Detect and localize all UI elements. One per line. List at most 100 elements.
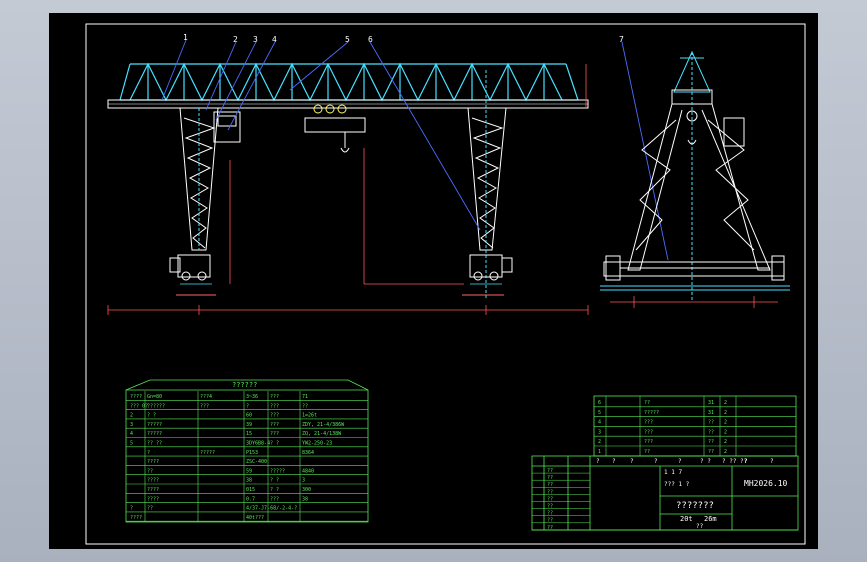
param-cell: 39 (246, 422, 252, 428)
parts-cell: ?? (708, 429, 714, 435)
parameter-table-title: ?????? (232, 381, 257, 389)
title-header-cell: ? (596, 458, 600, 465)
parts-cell: ??? (644, 429, 653, 435)
spec-span: 26m (704, 515, 717, 523)
param-cell: 15 (246, 431, 252, 437)
drawing-name-placeholder: ??????? (676, 501, 714, 511)
param-cell: ZDY, 21-4/386W (302, 422, 345, 428)
title-left-cell: ?? (547, 511, 553, 517)
title-left-cell: ?? (547, 482, 553, 488)
title-header-cell: ? (770, 458, 774, 465)
parts-cell: ?? (708, 439, 714, 445)
parts-cell: 2 (724, 439, 727, 445)
param-cell: 4 (130, 431, 133, 437)
title-block-header: ?????? ?? ?? ???? (596, 458, 774, 465)
parts-cell: ??? (644, 420, 653, 426)
parts-cell: 1 (598, 449, 601, 455)
front-elevation-view (107, 39, 669, 315)
param-cell: 3 (302, 478, 305, 484)
param-cell: ? (246, 403, 249, 409)
param-cell: 1=26t (302, 413, 317, 419)
parts-cell: 5 (598, 410, 601, 416)
param-cell: ????? (147, 431, 162, 437)
main-girder-truss (119, 62, 579, 102)
leader-label-6: 6 (368, 35, 373, 44)
drawing-number: MH2026.10 (744, 479, 788, 488)
param-cell: ? ? (270, 478, 279, 484)
param-cell: P153 (246, 450, 258, 456)
param-cell: 2 (130, 413, 133, 419)
side-dimensions (610, 296, 778, 308)
title-left-cell: ?? (547, 518, 553, 524)
param-cell: ???? (147, 459, 159, 465)
param-cell: ???? (147, 496, 159, 502)
param-cell: ZSC-400 (246, 459, 267, 465)
parts-cell: ??? (644, 439, 653, 445)
parts-cell: 31 (708, 410, 714, 416)
right-leg (467, 70, 513, 300)
param-cell: ? ? (270, 441, 279, 447)
title-header-cell: ? (630, 458, 634, 465)
param-cell: ?? (302, 403, 308, 409)
parts-list-table (593, 395, 797, 457)
param-cell: 3 (130, 422, 133, 428)
param-cell: ?? ?? (147, 441, 162, 447)
param-cell: 38 (302, 496, 308, 502)
param-cell: 59 (246, 468, 252, 474)
param-cell: 300 (302, 487, 311, 493)
param-cell: ? (147, 450, 150, 456)
title-left-cell: ?? (547, 496, 553, 502)
param-cell: YW2-250-23 (302, 441, 332, 447)
param-cell: 60 (246, 413, 252, 419)
param-cell: 3~36 (246, 394, 258, 400)
parts-cell: 31 (708, 400, 714, 406)
parts-cell: 3 (598, 429, 601, 435)
param-cell: ?? (147, 506, 153, 512)
title-footer: ?? (696, 523, 704, 530)
parts-cell: 6 (598, 400, 601, 406)
param-cell: ??? (200, 403, 209, 409)
title-header-cell: ? (678, 458, 682, 465)
parts-cell: ?? (644, 449, 650, 455)
spec-capacity: 20t (680, 515, 693, 523)
parts-cell: 4 (598, 420, 601, 426)
title-block-left-column: ?????????????????? (532, 468, 590, 531)
leader-label-4: 4 (272, 35, 277, 44)
param-cell: ZQ, 21-4/138W (302, 431, 342, 437)
parts-cell: 2 (724, 410, 727, 416)
param-cell: ?????? (147, 403, 165, 409)
cad-drawing: 1 2 3 4 5 6 7 ???? Gn=80 ???4 3~36??? 71??? … (85, 23, 806, 545)
param-cell: ??? (270, 431, 279, 437)
param-cell: 40t??? (246, 515, 264, 521)
leader-lines (161, 39, 669, 261)
parts-cell: ?? (708, 449, 714, 455)
hoist-trolley (304, 104, 366, 153)
param-cell: ??? (270, 403, 279, 409)
param-cell: 5 (130, 441, 133, 447)
param-cell: 71 (302, 394, 308, 400)
param-cell: ??? 0? (130, 403, 148, 409)
parts-cell: 2 (598, 439, 601, 445)
left-leg (169, 107, 219, 281)
scale-cell-1: 1 1 7 (664, 469, 682, 476)
param-cell: ???? (147, 487, 159, 493)
param-cell: ????? (200, 450, 215, 456)
parts-cell: ????? (644, 410, 659, 416)
side-rail (600, 285, 790, 291)
param-cell: ? ? (270, 487, 279, 493)
param-cell: 8364 (302, 450, 314, 456)
title-header-cell: ? (654, 458, 658, 465)
parameter-table-rows: ???? Gn=80 ???4 3~36??? 71??? 0?????????????… (126, 391, 368, 522)
param-cell: ??? (270, 394, 279, 400)
parts-list-rows: 6?? 31 2 5????? 31 2 4????? 2 3????? 2 2????? 2 1???… (594, 396, 796, 457)
title-left-cell: ?? (547, 489, 553, 495)
param-cell: ???? (130, 394, 142, 400)
param-cell: ????? (270, 468, 285, 474)
param-cell: ???4 (200, 394, 212, 400)
param-cell: ?? (147, 468, 153, 474)
title-header-cell: ? (744, 458, 748, 465)
title-left-cell: ?? (547, 475, 553, 481)
title-block (531, 455, 799, 531)
parts-cell: ?? (644, 400, 650, 406)
param-cell: ? ? (147, 413, 156, 419)
